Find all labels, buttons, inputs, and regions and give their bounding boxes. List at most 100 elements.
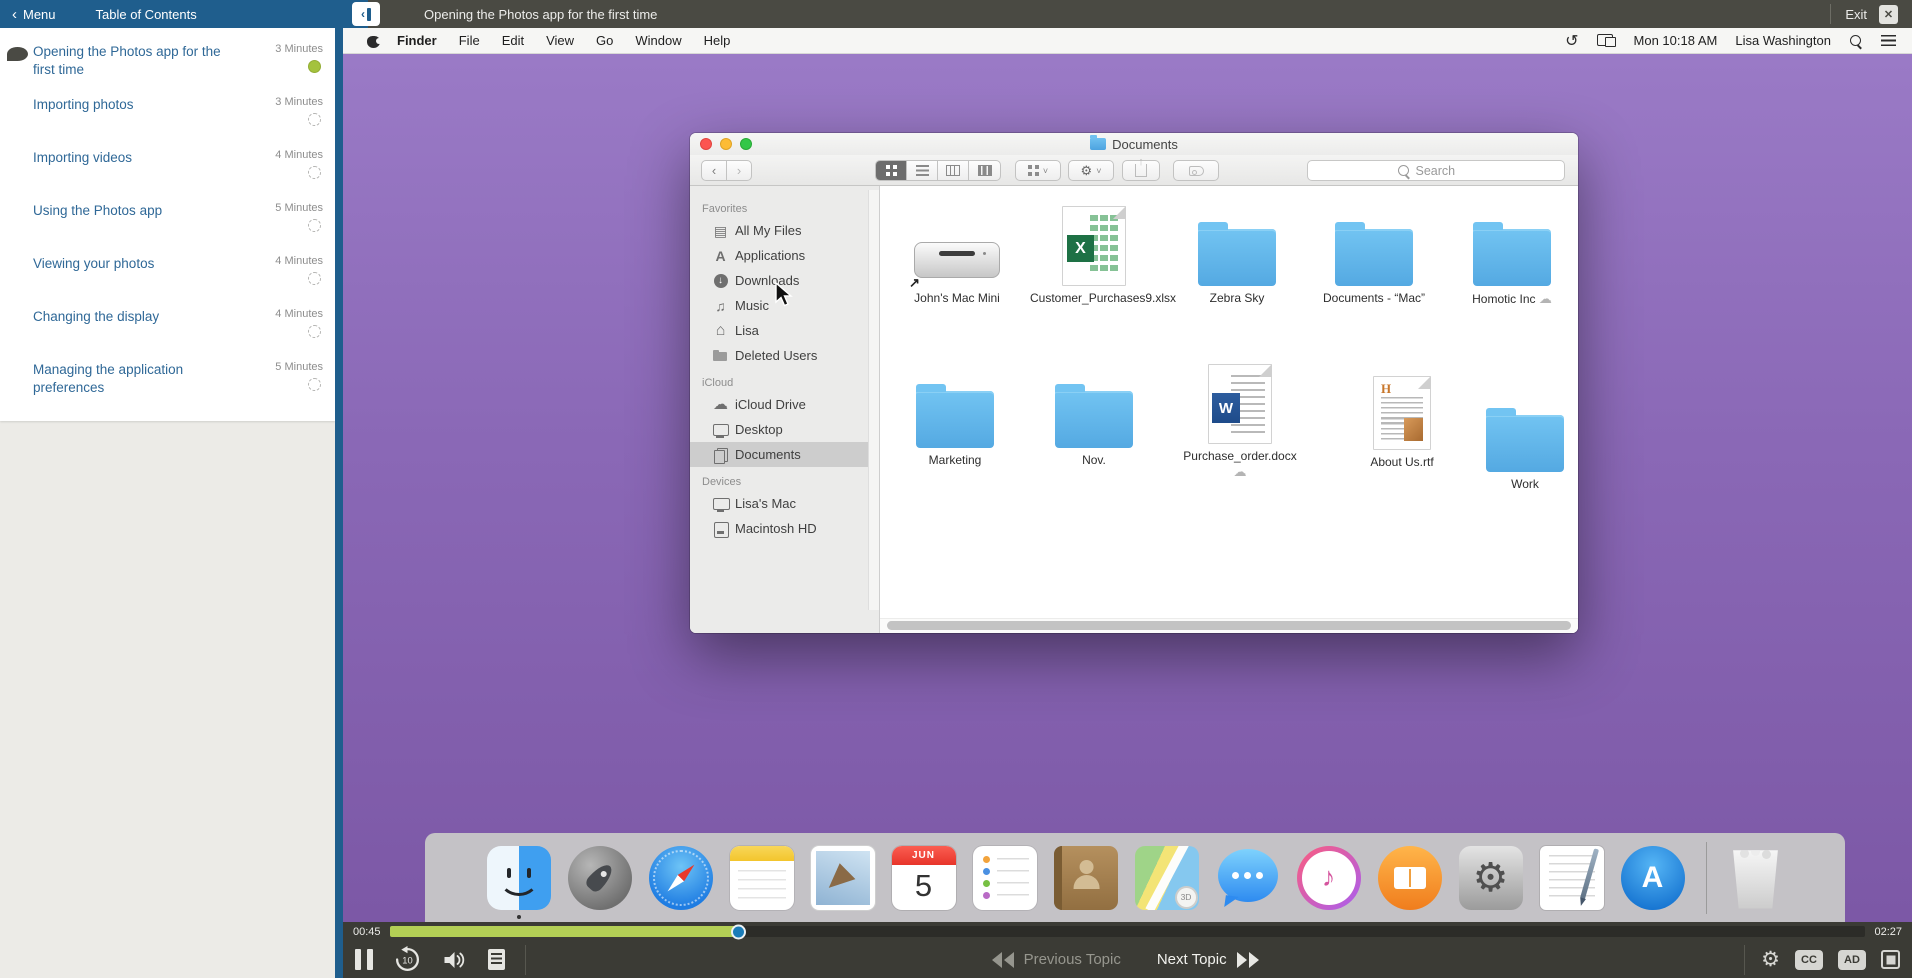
icloud-download-icon: ☁ — [1539, 291, 1552, 306]
finder-search-field[interactable] — [1307, 160, 1565, 181]
toc-item-viewing-photos[interactable]: Viewing your photos 4 Minutes — [0, 246, 335, 299]
dock-trash-icon[interactable] — [1728, 847, 1784, 909]
file-label: Customer_Purchases9.xlsx — [1030, 291, 1158, 306]
rewind-10-button[interactable]: 10 — [394, 946, 421, 973]
dock-ibooks-icon[interactable] — [1378, 846, 1442, 910]
dock-messages-icon[interactable] — [1216, 846, 1280, 910]
menubar-item-view[interactable]: View — [546, 33, 574, 48]
apple-logo-icon[interactable] — [367, 34, 380, 48]
file-homotic-inc-folder[interactable]: Homotic Inc ☁ — [1448, 196, 1576, 307]
close-window-button[interactable] — [700, 138, 712, 150]
folder-icon — [1198, 229, 1276, 286]
dock-textedit-icon[interactable] — [1540, 846, 1604, 910]
displays-icon[interactable] — [1597, 34, 1616, 47]
tag-button[interactable] — [1173, 160, 1219, 181]
player-settings-button[interactable]: ⚙ — [1761, 949, 1780, 970]
menubar-item-edit[interactable]: Edit — [502, 33, 524, 48]
file-about-us-rtf[interactable]: H About Us.rtf — [1338, 360, 1466, 470]
file-work-folder[interactable]: Work — [1461, 382, 1578, 492]
total-time: 02:27 — [1874, 926, 1902, 938]
column-view-button[interactable] — [938, 161, 969, 180]
fullscreen-button[interactable] — [1881, 950, 1900, 969]
sidebar-item-all-my-files[interactable]: ▤ All My Files — [690, 218, 879, 243]
close-button[interactable]: ✕ — [1879, 5, 1898, 24]
dock-reminders-icon[interactable] — [973, 846, 1037, 910]
menubar-item-go[interactable]: Go — [596, 33, 613, 48]
file-marketing-folder[interactable]: Marketing — [891, 358, 1019, 468]
dock-safari-icon[interactable] — [649, 846, 713, 910]
file-documents-mac-folder[interactable]: Documents - “Mac” — [1310, 196, 1438, 306]
sidebar-item-applications[interactable]: A Applications — [690, 243, 879, 268]
horizontal-scrollbar[interactable] — [887, 621, 1571, 630]
forward-button[interactable]: › — [726, 160, 752, 181]
dock-calendar-icon[interactable]: JUN 5 — [892, 846, 956, 910]
toc-header: ‹ Menu Table of Contents — [0, 0, 368, 28]
divider — [525, 945, 526, 975]
file-purchase-order-docx[interactable]: W Purchase_order.docx ☁ — [1176, 354, 1304, 480]
rtf-initial: H — [1381, 381, 1391, 397]
minimize-window-button[interactable] — [720, 138, 732, 150]
transcript-button[interactable] — [488, 949, 505, 970]
menubar-clock[interactable]: Mon 10:18 AM — [1634, 33, 1718, 48]
window-titlebar[interactable]: Documents — [690, 133, 1578, 155]
sidebar-item-lisa-home[interactable]: ⌂ Lisa — [690, 318, 879, 343]
dock-mail-icon[interactable] — [811, 846, 875, 910]
toc-item-importing-photos[interactable]: Importing photos 3 Minutes — [0, 87, 335, 140]
exit-button[interactable]: Exit — [1845, 7, 1867, 22]
sidebar-scrollbar[interactable] — [868, 190, 879, 610]
search-input[interactable] — [1416, 164, 1476, 178]
sidebar-item-desktop[interactable]: Desktop — [690, 417, 879, 442]
previous-topic-button[interactable]: Previous Topic — [992, 951, 1121, 968]
menubar-user[interactable]: Lisa Washington — [1735, 33, 1831, 48]
file-zebra-sky-folder[interactable]: Zebra Sky — [1173, 196, 1301, 306]
next-topic-label: Next Topic — [1157, 951, 1227, 968]
list-view-button[interactable] — [907, 161, 938, 180]
audio-description-button[interactable]: AD — [1838, 950, 1866, 970]
zoom-window-button[interactable] — [740, 138, 752, 150]
dock-finder-icon[interactable] — [487, 846, 551, 910]
sidebar-item-macintosh-hd[interactable]: Macintosh HD — [690, 516, 879, 541]
icon-view-button[interactable] — [876, 161, 907, 180]
file-customer-purchases-xlsx[interactable]: X Customer_Purchases9.xlsx — [1030, 196, 1158, 306]
volume-button[interactable] — [442, 948, 467, 972]
toc-item-opening-photos[interactable]: Opening the Photos app for the first tim… — [0, 34, 335, 87]
dock-system-preferences-icon[interactable]: ⚙ — [1459, 846, 1523, 910]
coverflow-view-button[interactable] — [969, 161, 1000, 180]
spotlight-search-icon[interactable] — [1849, 34, 1863, 48]
file-johns-mac-mini[interactable]: ↗ John's Mac Mini — [893, 196, 1021, 306]
dock-contacts-icon[interactable] — [1054, 846, 1118, 910]
collapse-sidebar-button[interactable]: ‹ — [352, 2, 380, 26]
dock-itunes-icon[interactable]: ♪ — [1297, 846, 1361, 910]
seek-bar[interactable] — [390, 926, 1866, 937]
sidebar-item-deleted-users[interactable]: Deleted Users — [690, 343, 879, 368]
dock-notes-icon[interactable] — [730, 846, 794, 910]
share-button[interactable] — [1122, 160, 1160, 181]
toc-item-using-photos-app[interactable]: Using the Photos app 5 Minutes — [0, 193, 335, 246]
menubar-item-help[interactable]: Help — [704, 33, 731, 48]
arrange-button[interactable]: ˅ — [1015, 160, 1061, 181]
menubar-item-file[interactable]: File — [459, 33, 480, 48]
pause-button[interactable] — [355, 949, 373, 970]
next-topic-button[interactable]: Next Topic — [1157, 951, 1259, 968]
toc-item-importing-videos[interactable]: Importing videos 4 Minutes — [0, 140, 335, 193]
back-button[interactable]: ‹ — [701, 160, 727, 181]
file-nov-folder[interactable]: Nov. — [1030, 358, 1158, 468]
menubar-item-window[interactable]: Window — [635, 33, 681, 48]
seek-handle[interactable] — [731, 924, 746, 939]
toc-item-managing-preferences[interactable]: Managing the application preferences 5 M… — [0, 352, 335, 405]
action-button[interactable]: ⚙ ˅ — [1068, 160, 1114, 181]
cloud-icon: ☁ — [712, 397, 729, 412]
notification-center-icon[interactable] — [1881, 35, 1896, 46]
menu-button[interactable]: ‹ Menu — [12, 7, 56, 22]
menubar-item-finder[interactable]: Finder — [397, 33, 437, 48]
table-of-contents-panel: Opening the Photos app for the first tim… — [0, 28, 335, 978]
toc-item-changing-display[interactable]: Changing the display 4 Minutes — [0, 299, 335, 352]
dock-maps-icon[interactable]: 3D — [1135, 846, 1199, 910]
dock-launchpad-icon[interactable] — [568, 846, 632, 910]
time-machine-icon[interactable]: ↺ — [1565, 31, 1578, 51]
dock-app-store-icon[interactable]: A — [1621, 846, 1685, 910]
sidebar-item-lisas-mac[interactable]: Lisa's Mac — [690, 491, 879, 516]
sidebar-item-icloud-drive[interactable]: ☁ iCloud Drive — [690, 392, 879, 417]
closed-captions-button[interactable]: CC — [1795, 950, 1823, 970]
sidebar-item-documents[interactable]: Documents — [690, 442, 879, 467]
